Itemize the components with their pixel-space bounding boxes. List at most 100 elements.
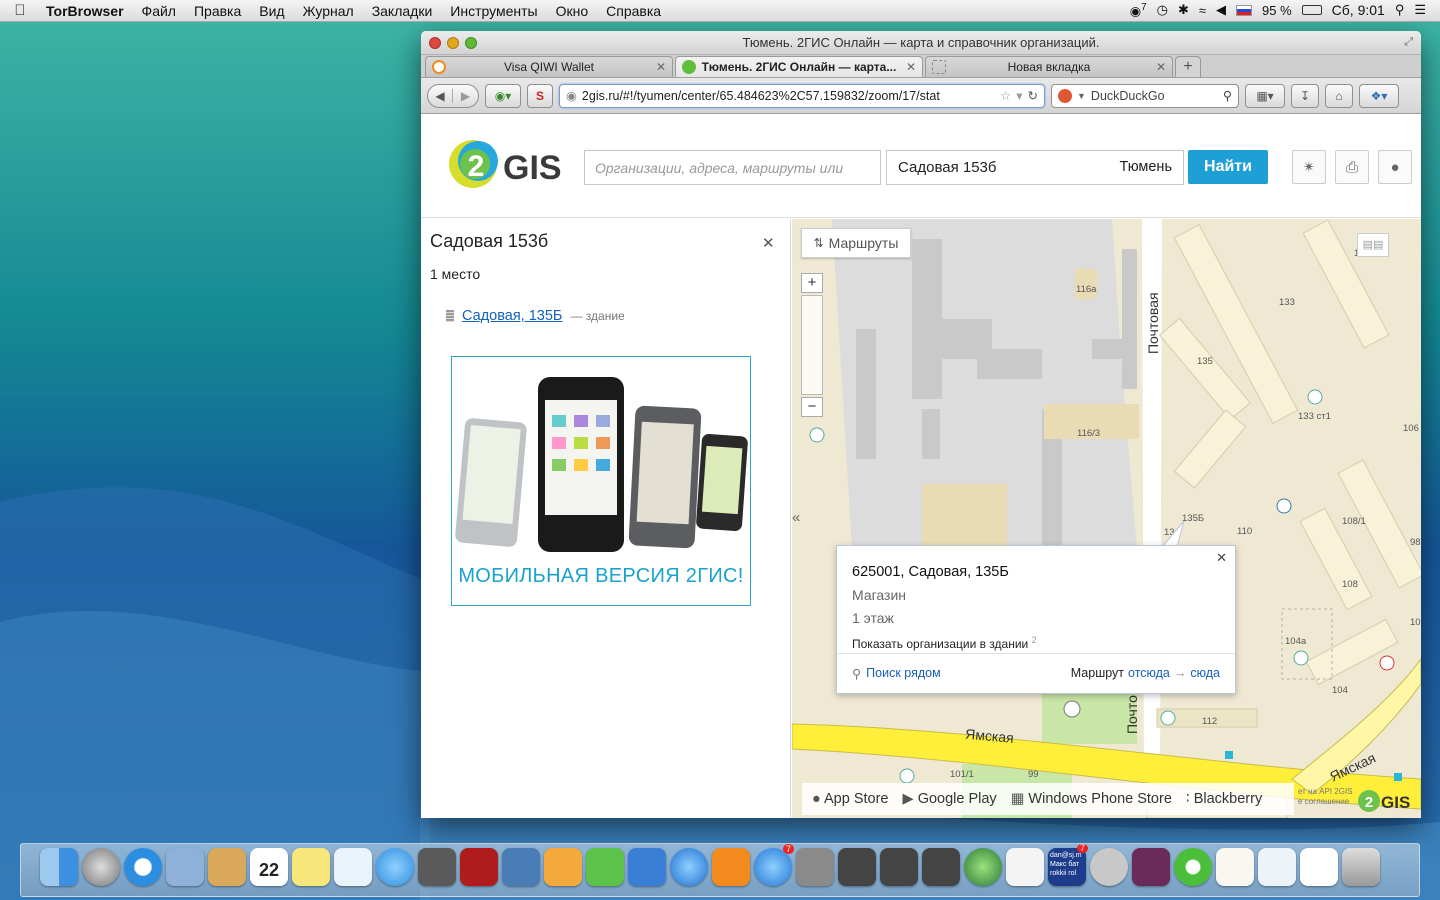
find-button[interactable]: Найти (1188, 150, 1268, 184)
skype-status-icon[interactable]: dan@sj.m Макс бат rokkii rol 7 (1048, 844, 1088, 886)
zoom-out-button[interactable]: − (801, 397, 823, 417)
icq-icon[interactable] (1174, 848, 1212, 886)
messages-icon[interactable] (376, 848, 414, 886)
battery-percent[interactable]: 95 % (1262, 3, 1292, 18)
notification-center-icon[interactable]: ☰ (1414, 2, 1426, 18)
tab-qiwi[interactable]: Visa QIWI Wallet ✕ (425, 56, 673, 77)
menu-window[interactable]: Окно (547, 3, 598, 19)
pages-icon[interactable] (544, 848, 582, 886)
facetime-icon[interactable] (418, 848, 456, 886)
iphoto-icon[interactable] (502, 848, 540, 886)
menu-file[interactable]: Файл (133, 3, 185, 19)
screen-share-icon[interactable] (922, 848, 960, 886)
poi-marker-icon[interactable] (1293, 650, 1309, 666)
volume-icon[interactable]: ◀ (1216, 2, 1226, 18)
close-popup-icon[interactable]: ✕ (1216, 550, 1227, 566)
feedback-button[interactable]: ● (1378, 150, 1412, 184)
show-organizations-link[interactable]: Показать организации в здании 2 (852, 635, 1220, 651)
wifi-icon[interactable]: ≈ (1199, 3, 1206, 18)
poi-marker-icon[interactable] (899, 768, 915, 784)
system-preferences-icon[interactable] (796, 848, 834, 886)
home-button[interactable]: ⌂ (1325, 83, 1353, 108)
close-results-icon[interactable]: ✕ (762, 234, 775, 252)
search-bar[interactable]: ▼ DuckDuckGo ⚲ (1051, 83, 1239, 108)
forward-icon[interactable]: ▶ (453, 89, 478, 103)
textedit-icon[interactable] (1006, 848, 1044, 886)
close-window-button[interactable] (429, 36, 441, 49)
print-button[interactable]: ⎙ (1335, 150, 1369, 184)
bookmark-star-icon[interactable]: ☆ (1000, 88, 1011, 103)
windows-phone-store-link[interactable]: ▦ Windows Phone Store (1011, 791, 1172, 807)
ruler-tool-button[interactable]: ▤▤ (1357, 233, 1389, 257)
2gis-logo[interactable]: 2 GIS (445, 134, 565, 194)
contacts-icon[interactable] (208, 848, 246, 886)
app-store-link[interactable]: ● App Store (812, 791, 889, 807)
shop-marker-icon[interactable] (1160, 710, 1176, 726)
tor-button[interactable]: ◉▾ (485, 83, 521, 108)
dvd-player-icon[interactable] (1132, 848, 1170, 886)
search-engine-dropdown-icon[interactable]: ▼ (1077, 91, 1086, 101)
utility-icon[interactable] (1090, 848, 1128, 886)
battery-icon[interactable] (1301, 5, 1322, 16)
bus-stop-icon[interactable] (1225, 751, 1233, 759)
menu-edit[interactable]: Правка (185, 3, 250, 19)
menu-view[interactable]: Вид (250, 3, 293, 19)
share-button[interactable]: ✴ (1292, 150, 1326, 184)
result-link[interactable]: Садовая, 135Б (462, 308, 562, 324)
safari-icon[interactable] (124, 848, 162, 886)
bookmarks-button[interactable]: ▦▾ (1245, 83, 1285, 108)
screen-share-icon[interactable] (838, 848, 876, 886)
address-bar[interactable]: ◉ 2gis.ru/#!/tyumen/center/65.484623%2C5… (559, 83, 1045, 108)
menu-app-name[interactable]: TorBrowser (40, 3, 133, 19)
screen-share-icon[interactable] (880, 848, 918, 886)
mobile-promo-banner[interactable]: МОБИЛЬНАЯ ВЕРСИЯ 2ГИС! (451, 356, 751, 606)
monument-marker-icon[interactable] (1063, 700, 1081, 718)
poi-marker-icon[interactable] (1276, 498, 1292, 514)
tab-close-icon[interactable]: ✕ (656, 60, 666, 74)
zoom-window-button[interactable] (465, 36, 477, 49)
numbers-icon[interactable] (586, 848, 624, 886)
itunes-icon[interactable] (670, 848, 708, 886)
downloads-button[interactable]: ↧ (1291, 83, 1319, 108)
document-icon[interactable] (1216, 848, 1254, 886)
time-machine-icon[interactable]: ◷ (1157, 2, 1168, 18)
tab-close-icon[interactable]: ✕ (1156, 60, 1166, 74)
organization-search-input[interactable]: Организации, адреса, маршруты или (584, 150, 881, 185)
site-identity-icon[interactable]: ◉ (566, 88, 577, 103)
app-store-icon[interactable]: 7 (754, 844, 794, 886)
bus-stop-icon[interactable] (1394, 773, 1402, 781)
bluetooth-icon[interactable]: ✱ (1178, 2, 1189, 18)
document-icon[interactable] (1300, 848, 1338, 886)
search-icon[interactable]: ⚲ (1223, 88, 1232, 103)
city-selector[interactable]: Тюмень (1119, 159, 1172, 176)
flag-icon[interactable] (1236, 4, 1253, 16)
shop-marker-icon[interactable] (809, 427, 825, 443)
route-from-link[interactable]: отсюда (1128, 666, 1170, 681)
calendar-icon[interactable]: 22 (250, 848, 288, 886)
zoom-in-button[interactable]: + (801, 273, 823, 293)
new-tab-button[interactable]: + (1175, 56, 1201, 77)
keynote-icon[interactable] (628, 848, 666, 886)
apple-menu-icon[interactable]:  (0, 2, 40, 19)
search-engine-label[interactable]: DuckDuckGo (1091, 89, 1218, 103)
fullscreen-icon[interactable]: ⤢ (1404, 36, 1413, 49)
zoom-slider[interactable] (801, 295, 823, 395)
blackberry-link[interactable]: ∶ Blackberry (1186, 791, 1262, 807)
collapse-sidebar-icon[interactable]: « (792, 509, 804, 529)
noscript-button[interactable]: S (527, 83, 553, 108)
notes-icon[interactable] (292, 848, 330, 886)
2gis-map-logo[interactable]: 2 GIS (1357, 787, 1417, 815)
duckduckgo-icon[interactable] (1058, 88, 1072, 103)
poi-marker-icon[interactable] (1307, 389, 1323, 405)
menu-tools[interactable]: Инструменты (441, 3, 546, 19)
mail-bird-icon[interactable] (166, 848, 204, 886)
document-icon[interactable] (1258, 848, 1296, 886)
reload-icon[interactable]: ↻ (1028, 88, 1038, 103)
back-icon[interactable]: ◀ (428, 88, 454, 103)
tab-2gis[interactable]: Тюмень. 2ГИС Онлайн — карта... ✕ (675, 56, 923, 77)
tab-close-icon[interactable]: ✕ (906, 60, 916, 74)
url-dropdown-icon[interactable]: ▾ (1016, 88, 1022, 103)
menu-history[interactable]: Журнал (294, 3, 363, 19)
map-canvas[interactable]: Ямская Ямская Почтовая Почто 116а 116/3 … (792, 219, 1421, 818)
notification-icon[interactable]: ◉7 (1130, 2, 1147, 19)
